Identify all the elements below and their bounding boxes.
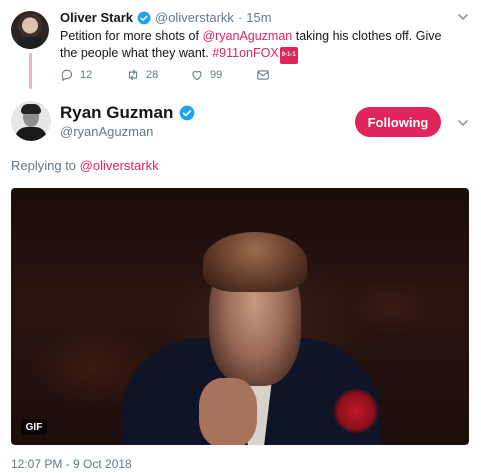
gif-media[interactable]: GIF bbox=[11, 188, 469, 445]
parent-author-name[interactable]: Oliver Stark bbox=[60, 10, 133, 25]
main-author-handle[interactable]: @ryanAguzman bbox=[60, 124, 153, 139]
media-boutonniere bbox=[333, 388, 379, 434]
retweet-button[interactable]: 28 bbox=[126, 68, 190, 82]
verified-badge-icon bbox=[137, 11, 151, 24]
direct-message-button[interactable] bbox=[256, 68, 270, 82]
mention-link[interactable]: @ryanAguzman bbox=[202, 29, 292, 43]
thread-connector bbox=[29, 53, 32, 89]
retweet-count: 28 bbox=[146, 69, 159, 81]
verified-badge-icon bbox=[180, 105, 195, 121]
replying-prefix: Replying to bbox=[11, 158, 80, 173]
parent-tweet-text: Petition for more shots of @ryanAguzman … bbox=[60, 28, 460, 64]
media-figure-hair bbox=[203, 232, 307, 292]
replying-to-link[interactable]: @oliverstarkk bbox=[80, 158, 159, 173]
retweet-icon bbox=[128, 69, 138, 81]
chevron-down-icon[interactable] bbox=[457, 117, 469, 129]
avatar-figure-body bbox=[15, 127, 47, 141]
media-figure-hand bbox=[199, 378, 257, 445]
parent-tweet-header: Oliver Stark @oliverstarkk · 15m bbox=[60, 10, 272, 25]
hashtag-link[interactable]: #911onFOX bbox=[212, 46, 278, 60]
replying-to-line: Replying to @oliverstarkk bbox=[11, 158, 159, 173]
reply-count: 12 bbox=[80, 69, 93, 81]
reply-button[interactable]: 12 bbox=[60, 68, 126, 82]
like-icon bbox=[192, 71, 202, 81]
main-author-row: Ryan Guzman bbox=[60, 103, 195, 123]
direct-message-icon bbox=[257, 70, 269, 80]
like-button[interactable]: 99 bbox=[190, 68, 256, 82]
hashtag-emoji-badge: 9-1-1 bbox=[279, 47, 298, 64]
like-count: 99 bbox=[210, 69, 223, 81]
main-avatar[interactable] bbox=[11, 101, 51, 141]
tweet-actions: 12 28 99 bbox=[60, 68, 270, 82]
parent-tweet-time[interactable]: 15m bbox=[246, 10, 271, 25]
parent-author-handle[interactable]: @oliverstarkk bbox=[155, 10, 234, 25]
parent-avatar[interactable] bbox=[11, 11, 49, 49]
main-author-name[interactable]: Ryan Guzman bbox=[60, 103, 173, 123]
tweet-text-part: Petition for more shots of bbox=[60, 29, 203, 43]
avatar-figure-hair bbox=[21, 104, 41, 114]
reply-icon bbox=[61, 69, 73, 81]
chevron-down-icon[interactable] bbox=[457, 11, 469, 23]
tweet-timestamp[interactable]: 12:07 PM - 9 Oct 2018 bbox=[11, 457, 132, 471]
gif-badge: GIF bbox=[21, 419, 47, 435]
following-button[interactable]: Following bbox=[355, 107, 441, 137]
header-separator: · bbox=[237, 10, 243, 25]
